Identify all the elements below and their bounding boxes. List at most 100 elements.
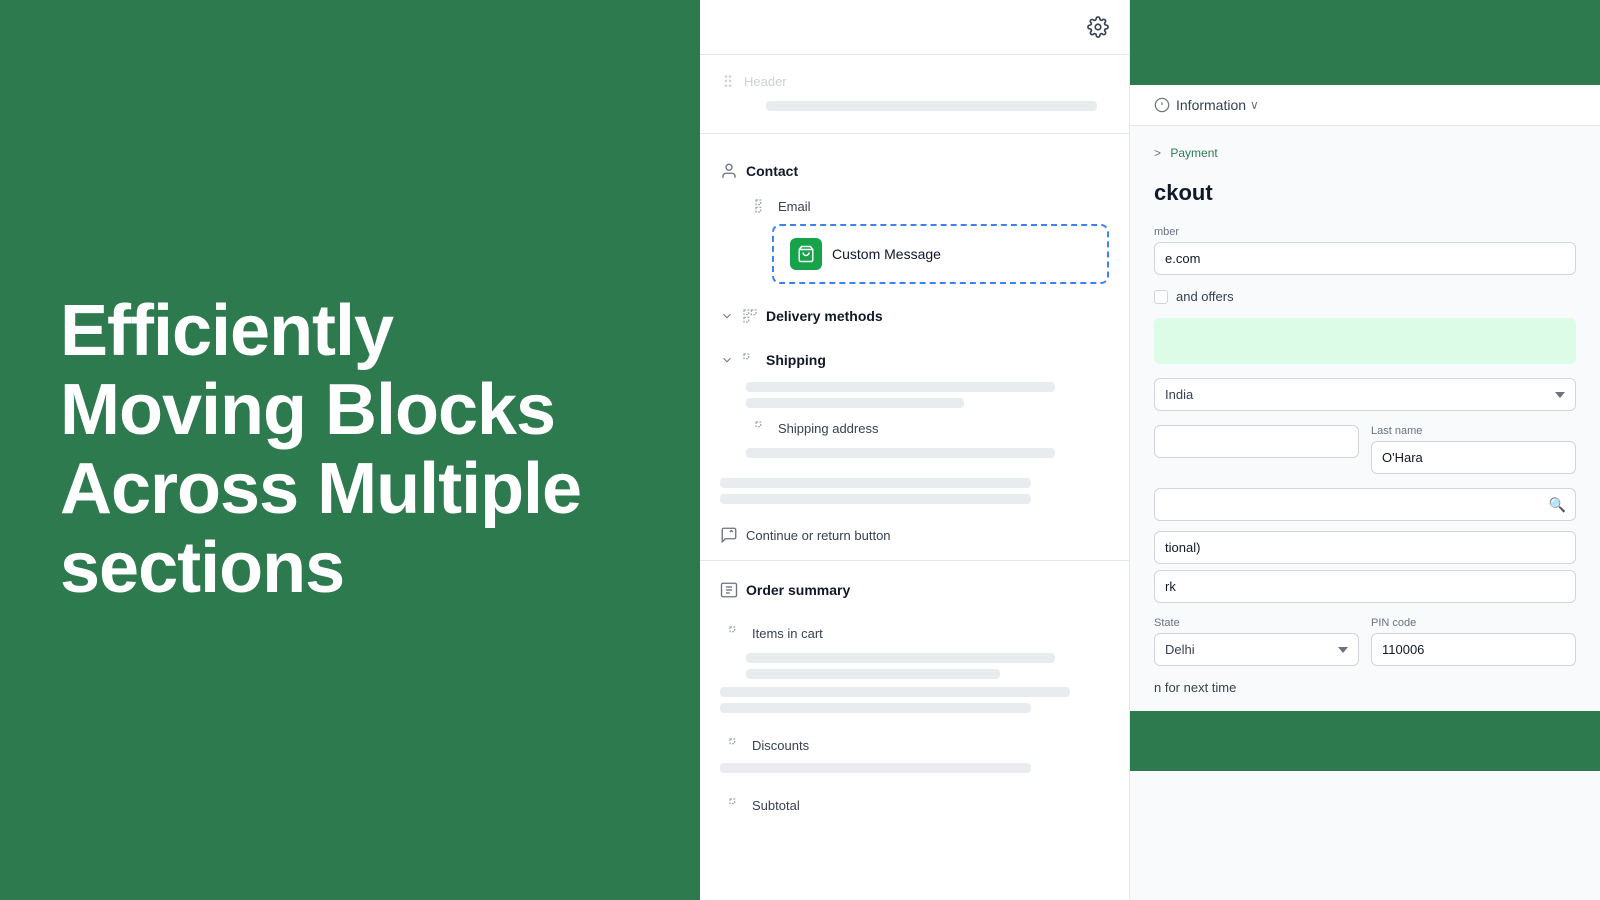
save-info-row: n for next time xyxy=(1154,680,1576,695)
shipping-corner-icon xyxy=(742,352,758,368)
delivery-title: Delivery methods xyxy=(766,308,883,324)
continue-icon xyxy=(720,526,738,544)
checkout-title: ckout xyxy=(1154,180,1576,206)
drag-icon xyxy=(720,73,736,89)
items-placeholder-1 xyxy=(746,653,1055,663)
custom-message-label: Custom Message xyxy=(832,246,941,262)
items-in-cart-block[interactable]: Items in cart xyxy=(720,619,1109,647)
last-name-field: Last name O'Hara xyxy=(1371,425,1576,474)
shipping-placeholder-2 xyxy=(746,398,964,408)
state-field: State Delhi xyxy=(1154,617,1359,666)
delivery-header[interactable]: Delivery methods xyxy=(720,300,1109,332)
custom-message-popup[interactable]: Custom Message xyxy=(772,224,1109,284)
shipping-placeholder-1 xyxy=(746,382,1055,392)
discounts-placeholder xyxy=(720,763,1031,773)
name-row: Last name O'Hara xyxy=(1154,425,1576,474)
checkout-top-bar xyxy=(1130,0,1600,85)
delivery-corner-icon xyxy=(742,308,758,324)
info-icon xyxy=(1154,97,1170,113)
country-dropdown-group: India xyxy=(1154,378,1576,411)
shipping-chevron-icon xyxy=(720,353,734,367)
checkout-content: > Payment ckout mber e.com and offers In… xyxy=(1130,126,1600,771)
checkout-bottom-bar xyxy=(1130,711,1600,771)
panel-header xyxy=(700,0,1129,55)
order-summary-header: Order summary xyxy=(700,569,1129,607)
continue-label: Continue or return button xyxy=(746,528,891,543)
pin-field: PIN code 110006 xyxy=(1371,617,1576,666)
checkout-preview-panel: Information ∨ > Payment ckout mber e.com… xyxy=(1130,0,1600,900)
city-value[interactable]: rk xyxy=(1154,570,1576,603)
gear-icon[interactable] xyxy=(1087,16,1109,38)
order-summary-title: Order summary xyxy=(746,582,850,598)
number-field-group: mber e.com xyxy=(1154,226,1576,275)
bag-icon xyxy=(797,245,815,263)
contact-header[interactable]: Contact xyxy=(720,154,1109,188)
address-input[interactable] xyxy=(1154,488,1576,521)
breadcrumb-payment[interactable]: > Payment xyxy=(1154,146,1218,160)
info-text: Information xyxy=(1176,97,1246,113)
order-summary-icon xyxy=(720,581,738,599)
info-bar[interactable]: Information ∨ xyxy=(1130,85,1600,126)
pin-label: PIN code xyxy=(1371,617,1576,629)
search-icon: 🔍 xyxy=(1549,496,1566,513)
items-placeholder-4 xyxy=(720,703,1031,713)
green-highlight-text xyxy=(1168,334,1171,348)
first-name-field xyxy=(1154,425,1359,474)
info-chevron[interactable]: ∨ xyxy=(1250,98,1259,112)
editor-sidebar: Header Contact Email xyxy=(700,0,1130,900)
subtotal-block[interactable]: Subtotal xyxy=(720,791,1109,819)
state-pin-row: State Delhi PIN code 110006 xyxy=(1154,617,1576,666)
shipping-header[interactable]: Shipping xyxy=(720,344,1109,376)
subtotal-corner-icon xyxy=(728,797,744,813)
last-name-value[interactable]: O'Hara xyxy=(1371,441,1576,474)
shipping-address-label: Shipping address xyxy=(778,421,878,436)
delivery-section: Delivery methods xyxy=(700,288,1129,332)
state-select[interactable]: Delhi xyxy=(1154,633,1359,666)
first-name-value[interactable] xyxy=(1154,425,1359,458)
offers-text: and offers xyxy=(1176,289,1234,304)
discounts-section: Discounts xyxy=(700,719,1129,773)
breadcrumb: > Payment xyxy=(1154,146,1576,160)
contact-section: Contact Email xyxy=(700,142,1129,284)
items-in-cart-section: Items in cart xyxy=(700,607,1129,713)
left-hero-panel: Efficiently Moving Blocks Across Multipl… xyxy=(0,0,700,900)
shipping-placeholder-3 xyxy=(746,448,1055,458)
email-value[interactable]: e.com xyxy=(1154,242,1576,275)
shipping-address-icon xyxy=(754,420,770,436)
number-label: mber xyxy=(1154,226,1576,238)
country-select[interactable]: India xyxy=(1154,378,1576,411)
extra-placeholder-1 xyxy=(720,478,1031,488)
optional-city-group: tional) rk xyxy=(1154,531,1576,603)
items-placeholder-3 xyxy=(720,687,1070,697)
offers-checkbox[interactable] xyxy=(1154,290,1168,304)
items-corner-icon xyxy=(728,625,744,641)
items-in-cart-label: Items in cart xyxy=(752,626,823,641)
hero-text: Efficiently Moving Blocks Across Multipl… xyxy=(60,292,640,609)
subtotal-section: Subtotal xyxy=(700,779,1129,819)
email-block-label: Email xyxy=(778,199,811,214)
offers-row: and offers xyxy=(1154,289,1576,304)
optional-value[interactable]: tional) xyxy=(1154,531,1576,564)
custom-message-icon-wrap xyxy=(790,238,822,270)
last-name-label: Last name xyxy=(1371,425,1576,437)
green-highlight xyxy=(1154,318,1576,364)
continue-return-block[interactable]: Continue or return button xyxy=(700,518,1129,552)
contact-icon xyxy=(720,162,738,180)
chevron-down-icon xyxy=(720,309,734,323)
contact-blocks: Email Custom Message xyxy=(746,192,1109,284)
shipping-section: Shipping Shipping address xyxy=(700,332,1129,458)
shipping-address-block[interactable]: Shipping address xyxy=(746,414,1109,442)
discounts-label: Discounts xyxy=(752,738,809,753)
header-placeholder xyxy=(766,101,1097,111)
contact-title: Contact xyxy=(746,163,798,179)
address-area: 🔍 tional) rk State Delhi PIN code xyxy=(1154,488,1576,666)
pin-value[interactable]: 110006 xyxy=(1371,633,1576,666)
discounts-block[interactable]: Discounts xyxy=(720,731,1109,759)
shipping-title: Shipping xyxy=(766,352,826,368)
email-block[interactable]: Email xyxy=(746,192,1109,220)
discounts-corner-icon xyxy=(728,737,744,753)
header-label: Header xyxy=(744,74,787,89)
state-label: State xyxy=(1154,617,1359,629)
panel-content: Header Contact Email xyxy=(700,55,1129,839)
address-search: 🔍 xyxy=(1154,488,1576,521)
